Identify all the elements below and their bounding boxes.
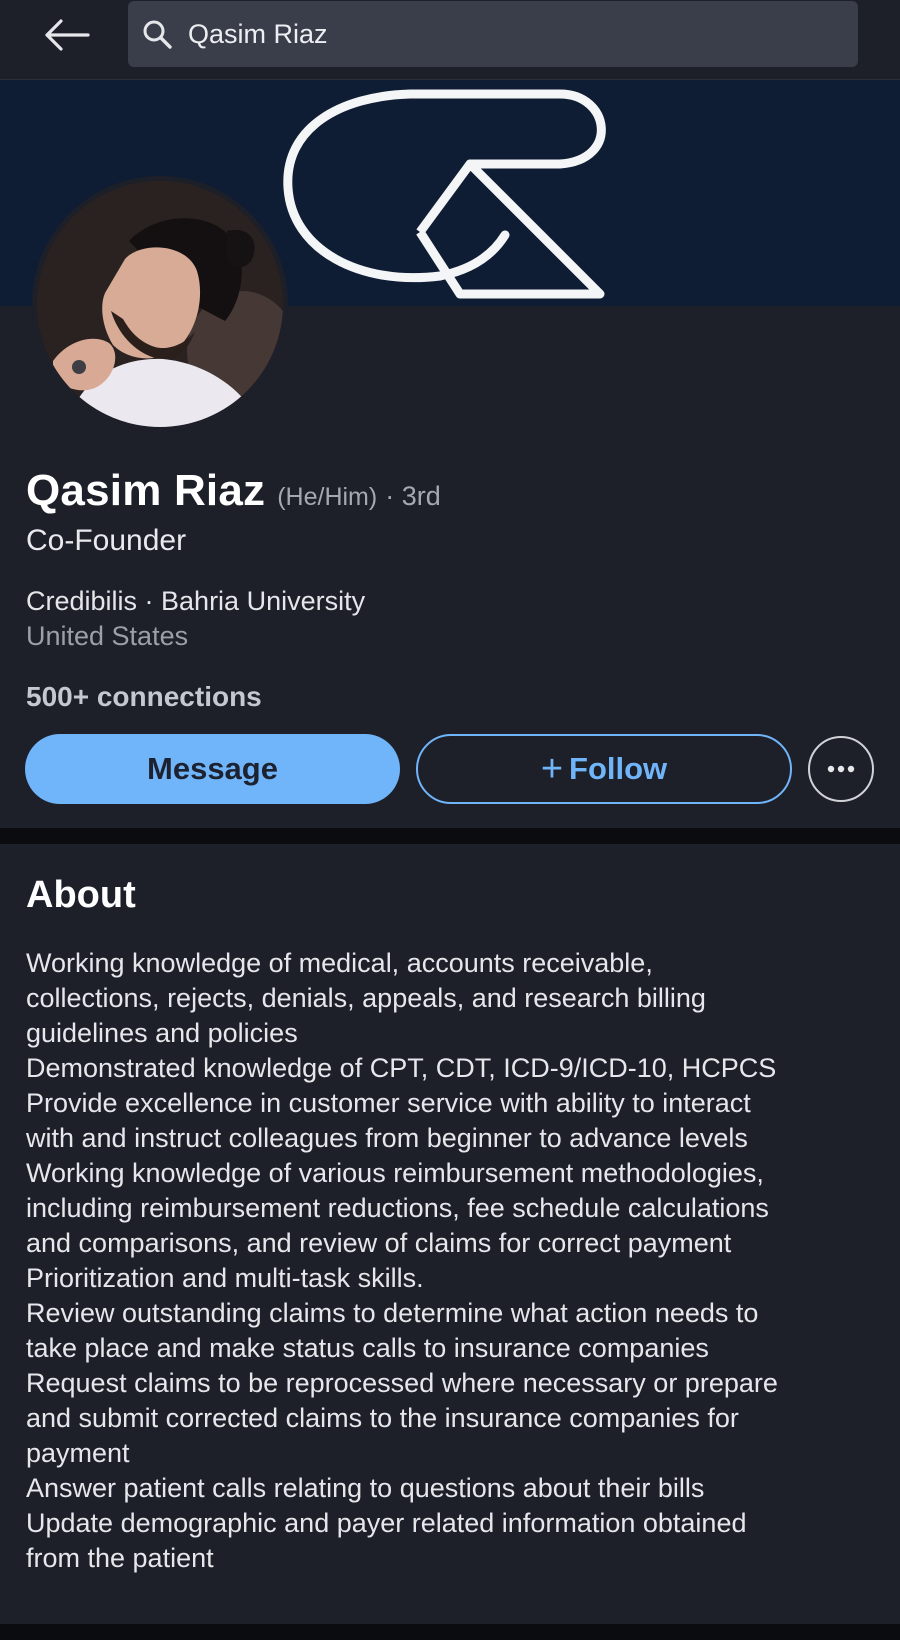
about-line: including reimbursement reductions, fee … — [26, 1193, 769, 1223]
message-button-label: Message — [147, 751, 278, 786]
profile-location: United States — [26, 621, 189, 651]
top-bar — [0, 0, 900, 80]
about-line: with and instruct colleagues from beginn… — [26, 1123, 748, 1153]
follow-button-label: Follow — [569, 751, 668, 786]
profile-photo — [37, 181, 283, 427]
profile-pronouns: (He/Him) — [277, 483, 378, 511]
about-line: guidelines and policies — [26, 1018, 298, 1048]
about-line: Provide excellence in customer service w… — [26, 1088, 751, 1118]
arrow-left-icon — [45, 19, 90, 51]
about-text: Working knowledge of medical, accounts r… — [26, 946, 876, 1576]
about-line: from the patient — [26, 1543, 214, 1573]
search-input[interactable] — [188, 18, 788, 50]
about-line: Prioritization and multi-task skills. — [26, 1263, 424, 1293]
more-options-button[interactable] — [808, 736, 874, 802]
section-divider — [0, 828, 900, 844]
about-title: About — [26, 874, 136, 916]
about-line: Working knowledge of various reimburseme… — [26, 1158, 764, 1188]
about-line: Update demographic and payer related inf… — [26, 1508, 747, 1538]
search-icon — [140, 17, 174, 51]
profile-company-school[interactable]: Credibilis · Bahria University — [26, 586, 365, 617]
profile-name: Qasim Riaz — [26, 466, 266, 515]
more-horizontal-icon — [827, 765, 855, 773]
search-bar[interactable] — [128, 1, 858, 67]
about-line: and submit corrected claims to the insur… — [26, 1403, 739, 1433]
follow-button[interactable]: + Follow — [416, 734, 792, 804]
about-line: Request claims to be reprocessed where n… — [26, 1368, 778, 1398]
about-line: collections, rejects, denials, appeals, … — [26, 983, 706, 1013]
about-line: Demonstrated knowledge of CPT, CDT, ICD-… — [26, 1053, 777, 1083]
connection-degree: · 3rd — [385, 481, 441, 511]
about-line: take place and make status calls to insu… — [26, 1333, 709, 1363]
about-line: Review outstanding claims to determine w… — [26, 1298, 759, 1328]
name-row: Qasim Riaz (He/Him) · 3rd — [26, 466, 441, 516]
message-button[interactable]: Message — [25, 734, 400, 804]
profile-headline: Co-Founder — [26, 524, 187, 557]
about-line: payment — [26, 1438, 130, 1468]
plus-icon: + — [540, 748, 564, 790]
about-line: Working knowledge of medical, accounts r… — [26, 948, 653, 978]
bottom-divider — [0, 1624, 900, 1640]
about-line: Answer patient calls relating to questio… — [26, 1473, 705, 1503]
back-button[interactable] — [38, 12, 94, 58]
profile-connections[interactable]: 500+ connections — [26, 681, 262, 713]
about-line: and comparisons, and review of claims fo… — [26, 1228, 732, 1258]
profile-avatar[interactable] — [32, 176, 288, 432]
